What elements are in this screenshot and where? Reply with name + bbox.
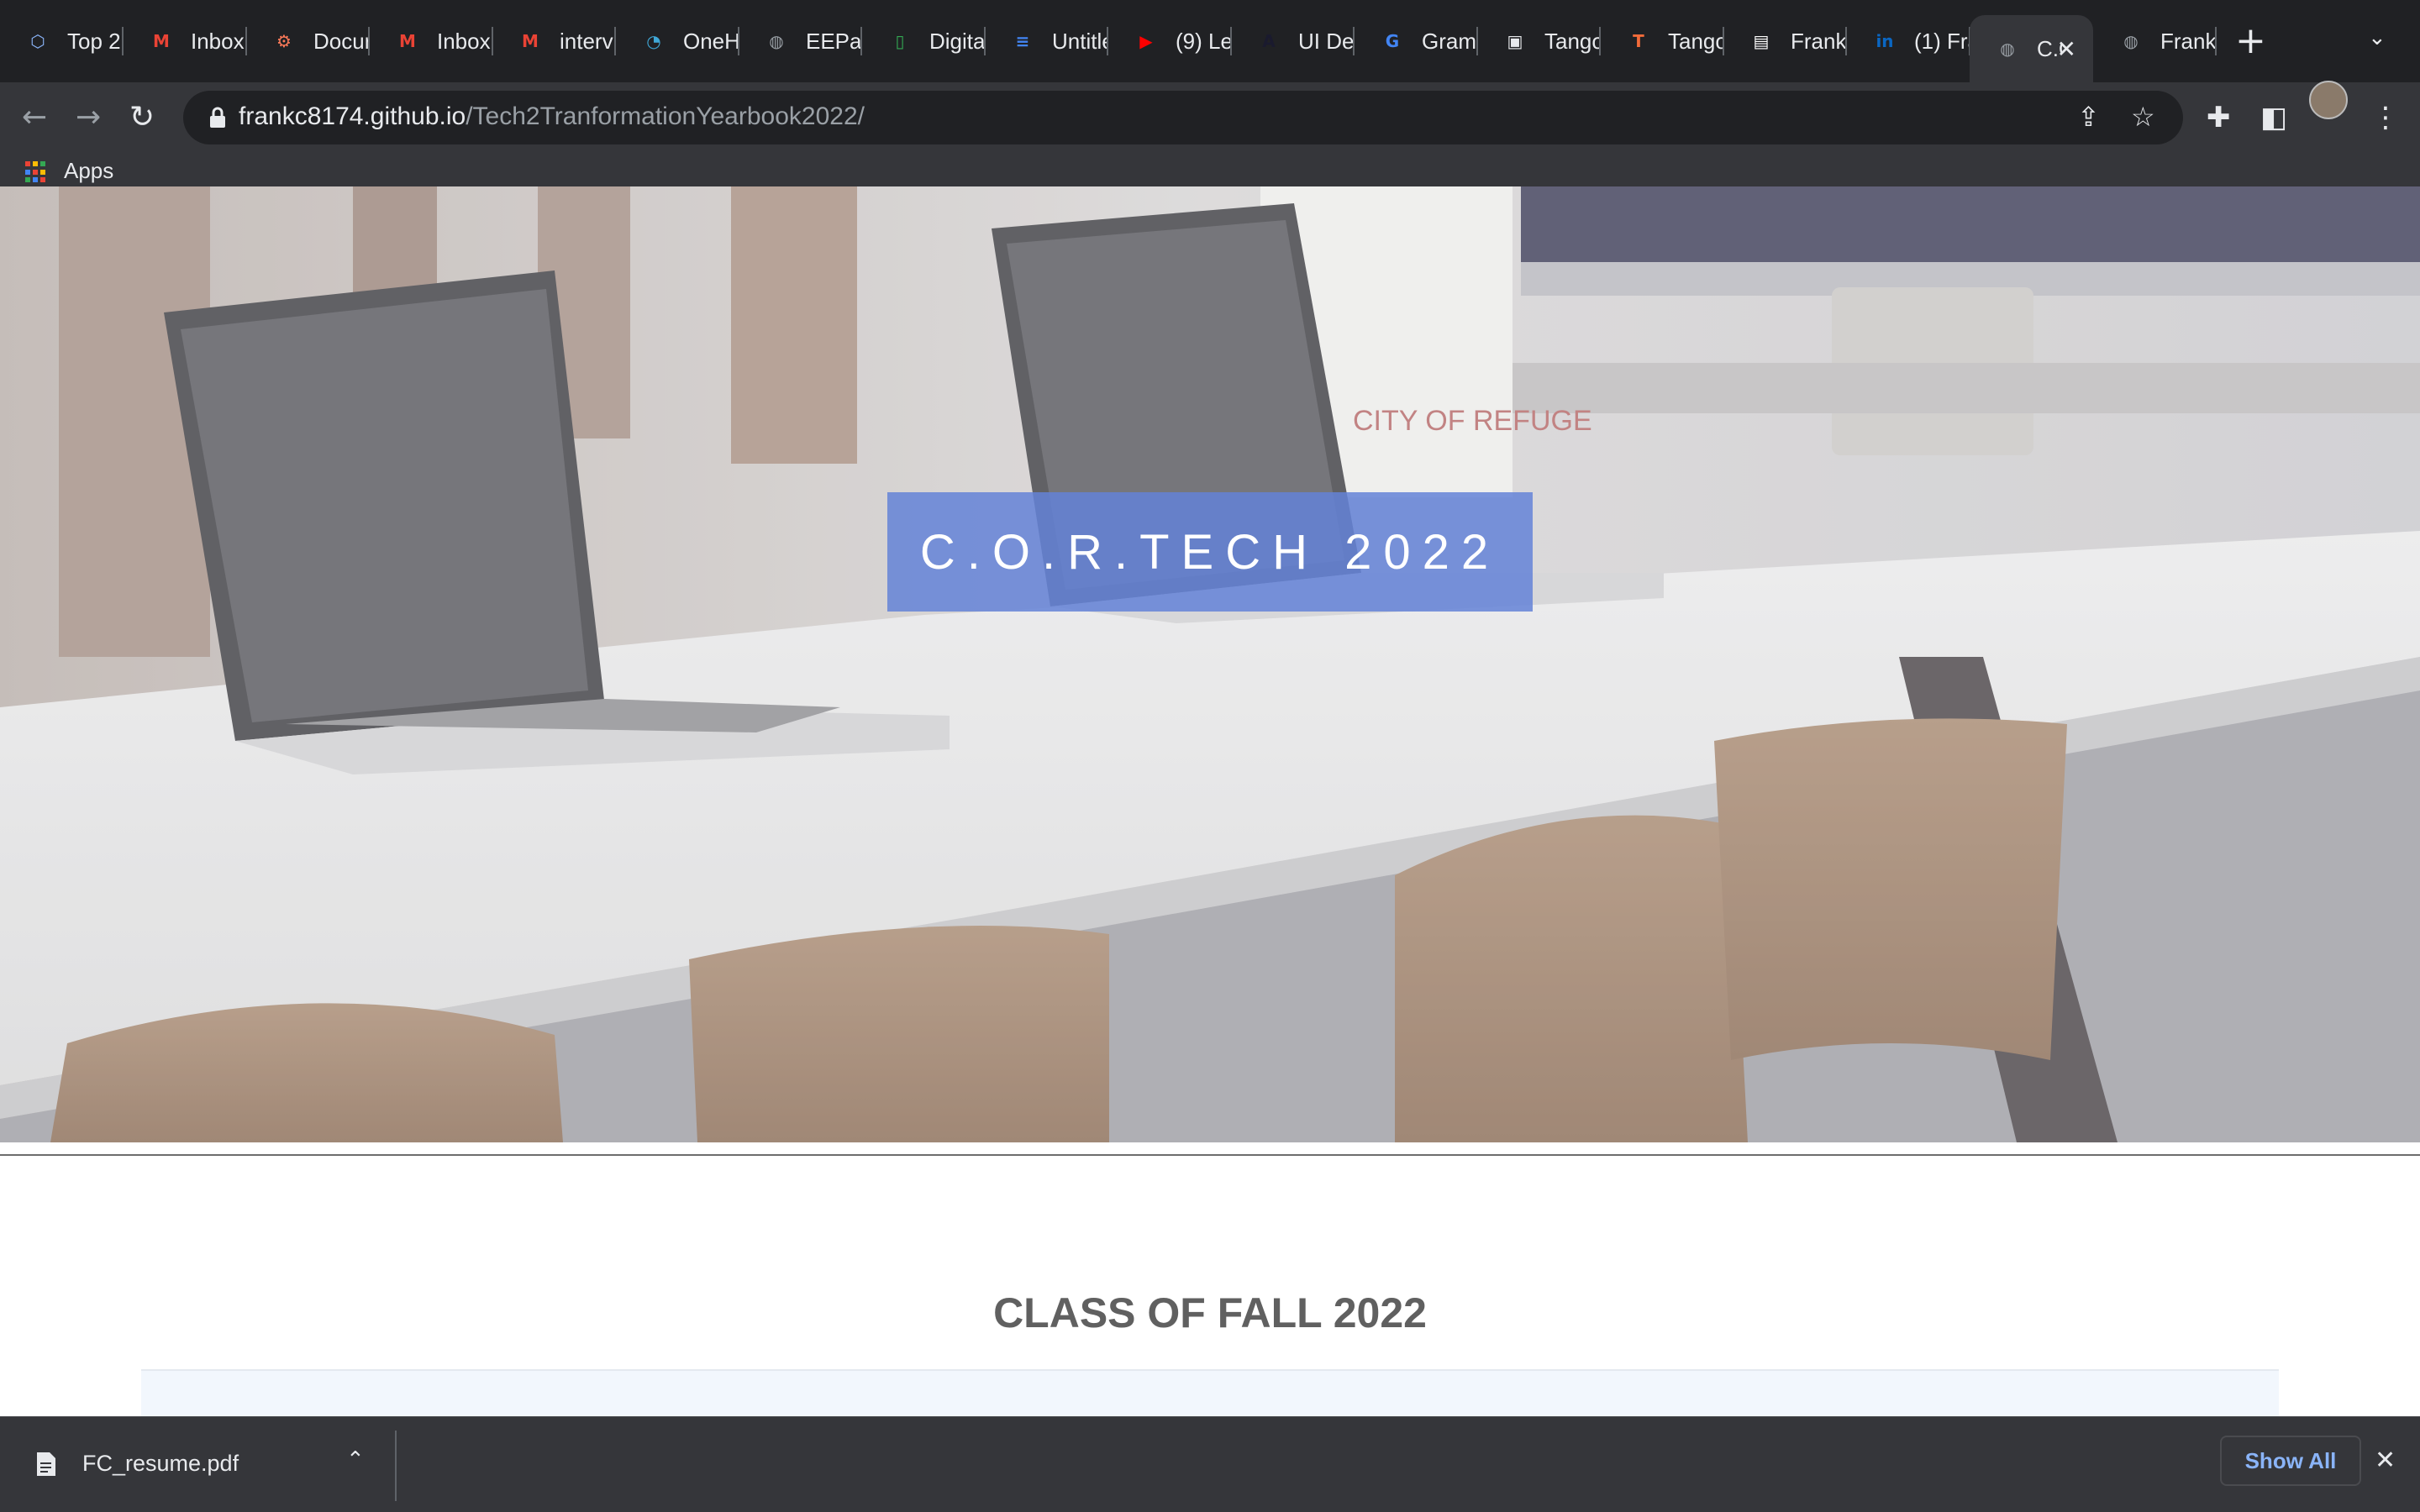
gmail-icon: M: [522, 31, 539, 51]
apps-bookmark[interactable]: Apps: [64, 158, 113, 184]
browser-tab[interactable]: ≡ Untitle: [985, 15, 1108, 67]
tab-search-chevron-icon[interactable]: ⌄: [2368, 25, 2386, 50]
close-tab-icon[interactable]: ✕: [2057, 35, 2076, 63]
tab-title: EEPay: [806, 28, 862, 54]
extensions-puzzle-icon[interactable]: ✚: [2207, 101, 2231, 134]
browser-tab[interactable]: ◍ Frank: [2093, 15, 2217, 67]
hubspot-icon: ⚙: [276, 31, 292, 51]
hero-background-photo: CITY OF REFUGE: [0, 186, 2420, 1142]
lock-icon: [210, 107, 225, 128]
bookmark-star-icon[interactable]: ☆: [2131, 101, 2155, 133]
globe-icon: ◍: [769, 31, 784, 51]
back-button[interactable]: ←: [22, 101, 47, 134]
docs-icon: ≡: [1015, 31, 1030, 51]
browser-tab[interactable]: ▯ Digita: [862, 15, 986, 67]
browser-tab[interactable]: ◍ EEPay: [739, 15, 862, 67]
bookmarks-bar: Apps: [0, 155, 2420, 186]
browser-tab[interactable]: T Tango: [1601, 15, 1724, 67]
tab-separator: [2215, 27, 2217, 55]
tab-title: Docur: [313, 28, 370, 54]
url-path: /Tech2TranformationYearbook2022/: [466, 102, 865, 130]
browser-tab[interactable]: ▤ Frank: [1723, 15, 1847, 67]
profile-avatar[interactable]: [2309, 81, 2348, 119]
tab-strip: ⬡ Top 2 M Inbox ⚙ Docur M Inbox Minterv ◔ OneH ◍ EEP…: [0, 0, 2420, 82]
reload-button[interactable]: ↻: [129, 101, 155, 134]
forward-button[interactable]: →: [76, 101, 101, 134]
browser-tab[interactable]: M Inbox: [124, 15, 247, 67]
pdf-file-icon: [37, 1452, 55, 1476]
tab-title: Inbox: [437, 28, 491, 54]
globe-icon: ◍: [2000, 39, 2015, 59]
url-text: frankc8174.github.io/Tech2TranformationY…: [239, 102, 865, 131]
hero-banner: CITY OF REFUGE C.O.R.TECH 2022: [0, 186, 2420, 1142]
tab-title: Top 2: [67, 28, 121, 54]
onehub-icon: ◔: [646, 31, 661, 51]
address-bar[interactable]: frankc8174.github.io/Tech2TranformationY…: [183, 91, 2183, 144]
browser-tab[interactable]: ⬡ Top 2: [0, 15, 124, 67]
section-title: CLASS OF FALL 2022: [993, 1289, 1427, 1336]
tab-title: Frank: [2160, 28, 2217, 54]
download-bar: FC_resume.pdf ⌃ Show All ✕: [0, 1416, 2420, 1512]
browser-tab[interactable]: Minterv: [492, 15, 616, 67]
page-icon: ▤: [1753, 31, 1770, 51]
hero-title: C.O.R.TECH 2022: [919, 524, 1501, 580]
linkedin-icon: in: [1876, 31, 1894, 51]
share-icon[interactable]: ⇪: [2077, 101, 2100, 133]
phone-icon: ▯: [895, 31, 905, 51]
browser-tab[interactable]: M Inbox: [370, 15, 493, 67]
browser-tab[interactable]: ◍C.O✕: [1970, 15, 2093, 82]
google-icon: G: [1385, 31, 1400, 51]
ui-design-icon: A: [1262, 31, 1276, 51]
hero-title-box: C.O.R.TECH 2022: [887, 492, 1533, 612]
tab-title: UI De: [1298, 28, 1355, 54]
section-divider: [0, 1154, 2420, 1156]
url-host: frankc8174.github.io: [239, 102, 466, 130]
tab-title: (1) Fra: [1914, 28, 1970, 54]
browser-tab[interactable]: in (1) Fra: [1847, 15, 1970, 67]
side-panel-icon[interactable]: ◧: [2260, 101, 2287, 134]
tab-title: interv: [560, 28, 613, 54]
close-download-bar-icon[interactable]: ✕: [2375, 1446, 2396, 1475]
tab-title: Inbox: [191, 28, 245, 54]
tab-title: Gram: [1422, 28, 1476, 54]
youtube-icon: ▶: [1139, 31, 1153, 51]
browser-tab[interactable]: A UI De: [1231, 15, 1355, 67]
show-all-button[interactable]: Show All: [2220, 1436, 2361, 1486]
tango-icon: T: [1633, 31, 1644, 51]
hexagon-icon: ⬡: [30, 31, 45, 51]
browser-tab[interactable]: G Gram: [1355, 15, 1478, 67]
tab-title: Tango: [1668, 28, 1724, 54]
tab-title: (9) Le: [1176, 28, 1232, 54]
tab-title: Tango: [1544, 28, 1601, 54]
browser-tab[interactable]: ▶ (9) Le: [1108, 15, 1232, 67]
browser-toolbar: ← → ↻ frankc8174.github.io/Tech2Tranform…: [0, 82, 2420, 155]
apps-grid-icon[interactable]: [25, 161, 47, 183]
browser-tab[interactable]: ⚙ Docur: [246, 15, 370, 67]
new-tab-button[interactable]: +: [2235, 20, 2266, 62]
tab-title: OneH: [683, 28, 739, 54]
tab-title: Digita: [929, 28, 986, 54]
gmail-icon: M: [153, 31, 170, 51]
tango-store-icon: ▣: [1507, 31, 1523, 51]
download-file-name[interactable]: FC_resume.pdf: [82, 1451, 239, 1477]
tab-title: Frank: [1791, 28, 1847, 54]
browser-tab[interactable]: ◔ OneH: [616, 15, 739, 67]
menu-kebab-icon[interactable]: ⋮: [2371, 101, 2400, 134]
gmail-icon: M: [399, 31, 416, 51]
chevron-up-icon[interactable]: ⌃: [346, 1447, 365, 1473]
tab-title: Untitle: [1052, 28, 1108, 54]
download-separator: [395, 1431, 397, 1501]
globe-icon: ◍: [2123, 31, 2139, 51]
browser-tab[interactable]: ▣ Tango: [1477, 15, 1601, 67]
